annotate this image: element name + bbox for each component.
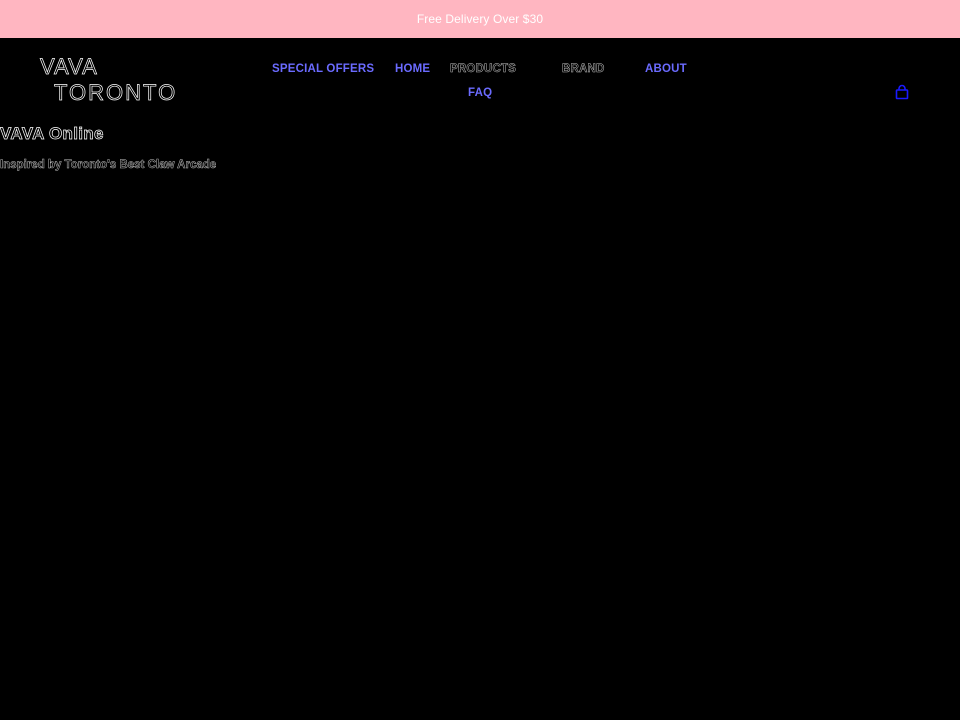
hero-subtitle: Inspired by Toronto's Best Claw Arcade bbox=[0, 159, 217, 172]
cart-icon-svg bbox=[895, 84, 909, 100]
site-header: VAVA TORONTO SPECIAL OFFERS HOME PRODUCT… bbox=[0, 38, 960, 118]
nav-about[interactable]: ABOUT bbox=[645, 63, 687, 75]
hero-title: VAVA Online bbox=[0, 124, 104, 144]
logo-line-2: TORONTO bbox=[54, 80, 178, 106]
announcement-text: Free Delivery Over $30 bbox=[416, 12, 544, 26]
nav-faq[interactable]: FAQ bbox=[468, 87, 492, 99]
announcement-bar: Free Delivery Over $30 bbox=[0, 0, 960, 38]
site-logo[interactable]: VAVA TORONTO bbox=[40, 54, 177, 106]
cart-icon[interactable] bbox=[894, 84, 910, 100]
nav-products[interactable]: PRODUCTS bbox=[450, 63, 516, 76]
nav-special-offers[interactable]: SPECIAL OFFERS bbox=[272, 63, 374, 75]
nav-home[interactable]: HOME bbox=[395, 63, 430, 75]
logo-line-1: VAVA bbox=[40, 54, 98, 80]
nav-brand[interactable]: BRAND bbox=[562, 63, 605, 76]
